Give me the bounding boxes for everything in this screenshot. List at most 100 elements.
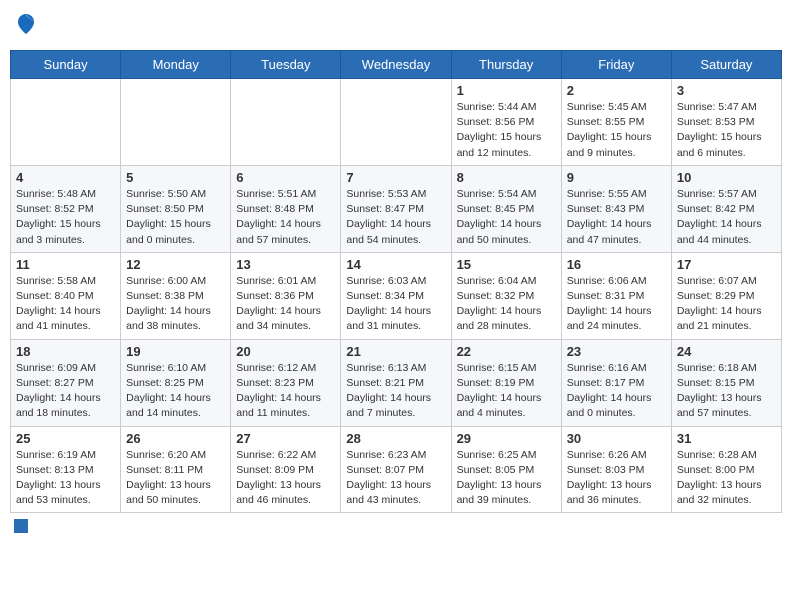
day-number: 27 xyxy=(236,431,335,446)
day-info: Sunrise: 6:19 AM Sunset: 8:13 PM Dayligh… xyxy=(16,448,115,509)
calendar-day-header: Monday xyxy=(121,51,231,79)
day-info: Sunrise: 5:58 AM Sunset: 8:40 PM Dayligh… xyxy=(16,274,115,335)
day-info: Sunrise: 6:23 AM Sunset: 8:07 PM Dayligh… xyxy=(346,448,445,509)
calendar-day-header: Thursday xyxy=(451,51,561,79)
logo xyxy=(16,14,40,38)
calendar-day-header: Tuesday xyxy=(231,51,341,79)
calendar-cell xyxy=(121,79,231,166)
day-number: 6 xyxy=(236,170,335,185)
calendar-footer xyxy=(10,519,782,533)
day-info: Sunrise: 6:12 AM Sunset: 8:23 PM Dayligh… xyxy=(236,361,335,422)
day-info: Sunrise: 6:18 AM Sunset: 8:15 PM Dayligh… xyxy=(677,361,776,422)
calendar-cell: 26 Sunrise: 6:20 AM Sunset: 8:11 PM Dayli… xyxy=(121,426,231,513)
day-info: Sunrise: 6:26 AM Sunset: 8:03 PM Dayligh… xyxy=(567,448,666,509)
calendar-cell: 9Sunrise: 5:55 AM Sunset: 8:43 PM Daylig… xyxy=(561,165,671,252)
day-number: 13 xyxy=(236,257,335,272)
calendar-week-row: 1 Sunrise: 5:44 AM Sunset: 8:56 PM Daylig… xyxy=(11,79,782,166)
day-info: Sunrise: 5:51 AM Sunset: 8:48 PM Dayligh… xyxy=(236,187,335,248)
day-info: Sunrise: 6:15 AM Sunset: 8:19 PM Dayligh… xyxy=(457,361,556,422)
calendar-day-header: Saturday xyxy=(671,51,781,79)
calendar-week-row: 18 Sunrise: 6:09 AM Sunset: 8:27 PM Dayli… xyxy=(11,339,782,426)
day-info: Sunrise: 5:44 AM Sunset: 8:56 PM Dayligh… xyxy=(457,100,556,161)
day-info: Sunrise: 6:20 AM Sunset: 8:11 PM Dayligh… xyxy=(126,448,225,509)
day-number: 31 xyxy=(677,431,776,446)
calendar-cell: 2 Sunrise: 5:45 AM Sunset: 8:55 PM Daylig… xyxy=(561,79,671,166)
day-info: Sunrise: 6:01 AM Sunset: 8:36 PM Dayligh… xyxy=(236,274,335,335)
day-number: 26 xyxy=(126,431,225,446)
day-number: 8 xyxy=(457,170,556,185)
calendar-cell: 20Sunrise: 6:12 AM Sunset: 8:23 PM Dayli… xyxy=(231,339,341,426)
logo-icon xyxy=(16,12,36,36)
calendar-header-row: SundayMondayTuesdayWednesdayThursdayFrid… xyxy=(11,51,782,79)
day-info: Sunrise: 5:45 AM Sunset: 8:55 PM Dayligh… xyxy=(567,100,666,161)
calendar-cell: 3 Sunrise: 5:47 AM Sunset: 8:53 PM Daylig… xyxy=(671,79,781,166)
calendar-cell: 21 Sunrise: 6:13 AM Sunset: 8:21 PM Dayli… xyxy=(341,339,451,426)
calendar-cell: 15 Sunrise: 6:04 AM Sunset: 8:32 PM Dayli… xyxy=(451,252,561,339)
day-info: Sunrise: 6:10 AM Sunset: 8:25 PM Dayligh… xyxy=(126,361,225,422)
calendar-cell: 30 Sunrise: 6:26 AM Sunset: 8:03 PM Dayli… xyxy=(561,426,671,513)
calendar-cell: 11 Sunrise: 5:58 AM Sunset: 8:40 PM Dayli… xyxy=(11,252,121,339)
calendar-week-row: 11 Sunrise: 5:58 AM Sunset: 8:40 PM Dayli… xyxy=(11,252,782,339)
day-info: Sunrise: 6:03 AM Sunset: 8:34 PM Dayligh… xyxy=(346,274,445,335)
calendar-cell: 18 Sunrise: 6:09 AM Sunset: 8:27 PM Dayli… xyxy=(11,339,121,426)
day-number: 15 xyxy=(457,257,556,272)
calendar-cell: 5 Sunrise: 5:50 AM Sunset: 8:50 PM Daylig… xyxy=(121,165,231,252)
day-info: Sunrise: 6:22 AM Sunset: 8:09 PM Dayligh… xyxy=(236,448,335,509)
day-info: Sunrise: 6:06 AM Sunset: 8:31 PM Dayligh… xyxy=(567,274,666,335)
day-info: Sunrise: 6:04 AM Sunset: 8:32 PM Dayligh… xyxy=(457,274,556,335)
calendar-cell: 24 Sunrise: 6:18 AM Sunset: 8:15 PM Dayli… xyxy=(671,339,781,426)
calendar-table: SundayMondayTuesdayWednesdayThursdayFrid… xyxy=(10,50,782,513)
day-number: 11 xyxy=(16,257,115,272)
calendar-week-row: 4Sunrise: 5:48 AM Sunset: 8:52 PM Daylig… xyxy=(11,165,782,252)
day-number: 7 xyxy=(346,170,445,185)
day-number: 19 xyxy=(126,344,225,359)
day-info: Sunrise: 6:16 AM Sunset: 8:17 PM Dayligh… xyxy=(567,361,666,422)
day-info: Sunrise: 6:07 AM Sunset: 8:29 PM Dayligh… xyxy=(677,274,776,335)
day-number: 25 xyxy=(16,431,115,446)
calendar-cell: 17 Sunrise: 6:07 AM Sunset: 8:29 PM Dayli… xyxy=(671,252,781,339)
day-number: 24 xyxy=(677,344,776,359)
day-info: Sunrise: 5:50 AM Sunset: 8:50 PM Dayligh… xyxy=(126,187,225,248)
calendar-cell: 6 Sunrise: 5:51 AM Sunset: 8:48 PM Daylig… xyxy=(231,165,341,252)
page-header xyxy=(10,10,782,42)
day-number: 4 xyxy=(16,170,115,185)
day-info: Sunrise: 5:47 AM Sunset: 8:53 PM Dayligh… xyxy=(677,100,776,161)
day-number: 5 xyxy=(126,170,225,185)
day-number: 17 xyxy=(677,257,776,272)
day-info: Sunrise: 6:25 AM Sunset: 8:05 PM Dayligh… xyxy=(457,448,556,509)
calendar-cell: 7Sunrise: 5:53 AM Sunset: 8:47 PM Daylig… xyxy=(341,165,451,252)
calendar-cell: 29 Sunrise: 6:25 AM Sunset: 8:05 PM Dayli… xyxy=(451,426,561,513)
calendar-week-row: 25 Sunrise: 6:19 AM Sunset: 8:13 PM Dayli… xyxy=(11,426,782,513)
calendar-cell: 4Sunrise: 5:48 AM Sunset: 8:52 PM Daylig… xyxy=(11,165,121,252)
calendar-cell xyxy=(341,79,451,166)
calendar-day-header: Sunday xyxy=(11,51,121,79)
legend-color-box xyxy=(14,519,28,533)
day-number: 29 xyxy=(457,431,556,446)
day-number: 3 xyxy=(677,83,776,98)
calendar-cell: 23 Sunrise: 6:16 AM Sunset: 8:17 PM Dayli… xyxy=(561,339,671,426)
day-number: 1 xyxy=(457,83,556,98)
calendar-cell: 25 Sunrise: 6:19 AM Sunset: 8:13 PM Dayli… xyxy=(11,426,121,513)
calendar-cell: 10 Sunrise: 5:57 AM Sunset: 8:42 PM Dayli… xyxy=(671,165,781,252)
calendar-cell: 12Sunrise: 6:00 AM Sunset: 8:38 PM Dayli… xyxy=(121,252,231,339)
day-number: 22 xyxy=(457,344,556,359)
day-info: Sunrise: 6:13 AM Sunset: 8:21 PM Dayligh… xyxy=(346,361,445,422)
day-number: 2 xyxy=(567,83,666,98)
day-number: 10 xyxy=(677,170,776,185)
calendar-cell xyxy=(11,79,121,166)
day-info: Sunrise: 5:54 AM Sunset: 8:45 PM Dayligh… xyxy=(457,187,556,248)
calendar-cell: 14Sunrise: 6:03 AM Sunset: 8:34 PM Dayli… xyxy=(341,252,451,339)
day-number: 30 xyxy=(567,431,666,446)
day-number: 12 xyxy=(126,257,225,272)
day-info: Sunrise: 5:57 AM Sunset: 8:42 PM Dayligh… xyxy=(677,187,776,248)
calendar-cell: 31Sunrise: 6:28 AM Sunset: 8:00 PM Dayli… xyxy=(671,426,781,513)
day-number: 23 xyxy=(567,344,666,359)
day-info: Sunrise: 6:09 AM Sunset: 8:27 PM Dayligh… xyxy=(16,361,115,422)
day-number: 18 xyxy=(16,344,115,359)
calendar-cell xyxy=(231,79,341,166)
day-info: Sunrise: 5:55 AM Sunset: 8:43 PM Dayligh… xyxy=(567,187,666,248)
day-number: 21 xyxy=(346,344,445,359)
calendar-day-header: Wednesday xyxy=(341,51,451,79)
calendar-cell: 16Sunrise: 6:06 AM Sunset: 8:31 PM Dayli… xyxy=(561,252,671,339)
calendar-cell: 22 Sunrise: 6:15 AM Sunset: 8:19 PM Dayli… xyxy=(451,339,561,426)
